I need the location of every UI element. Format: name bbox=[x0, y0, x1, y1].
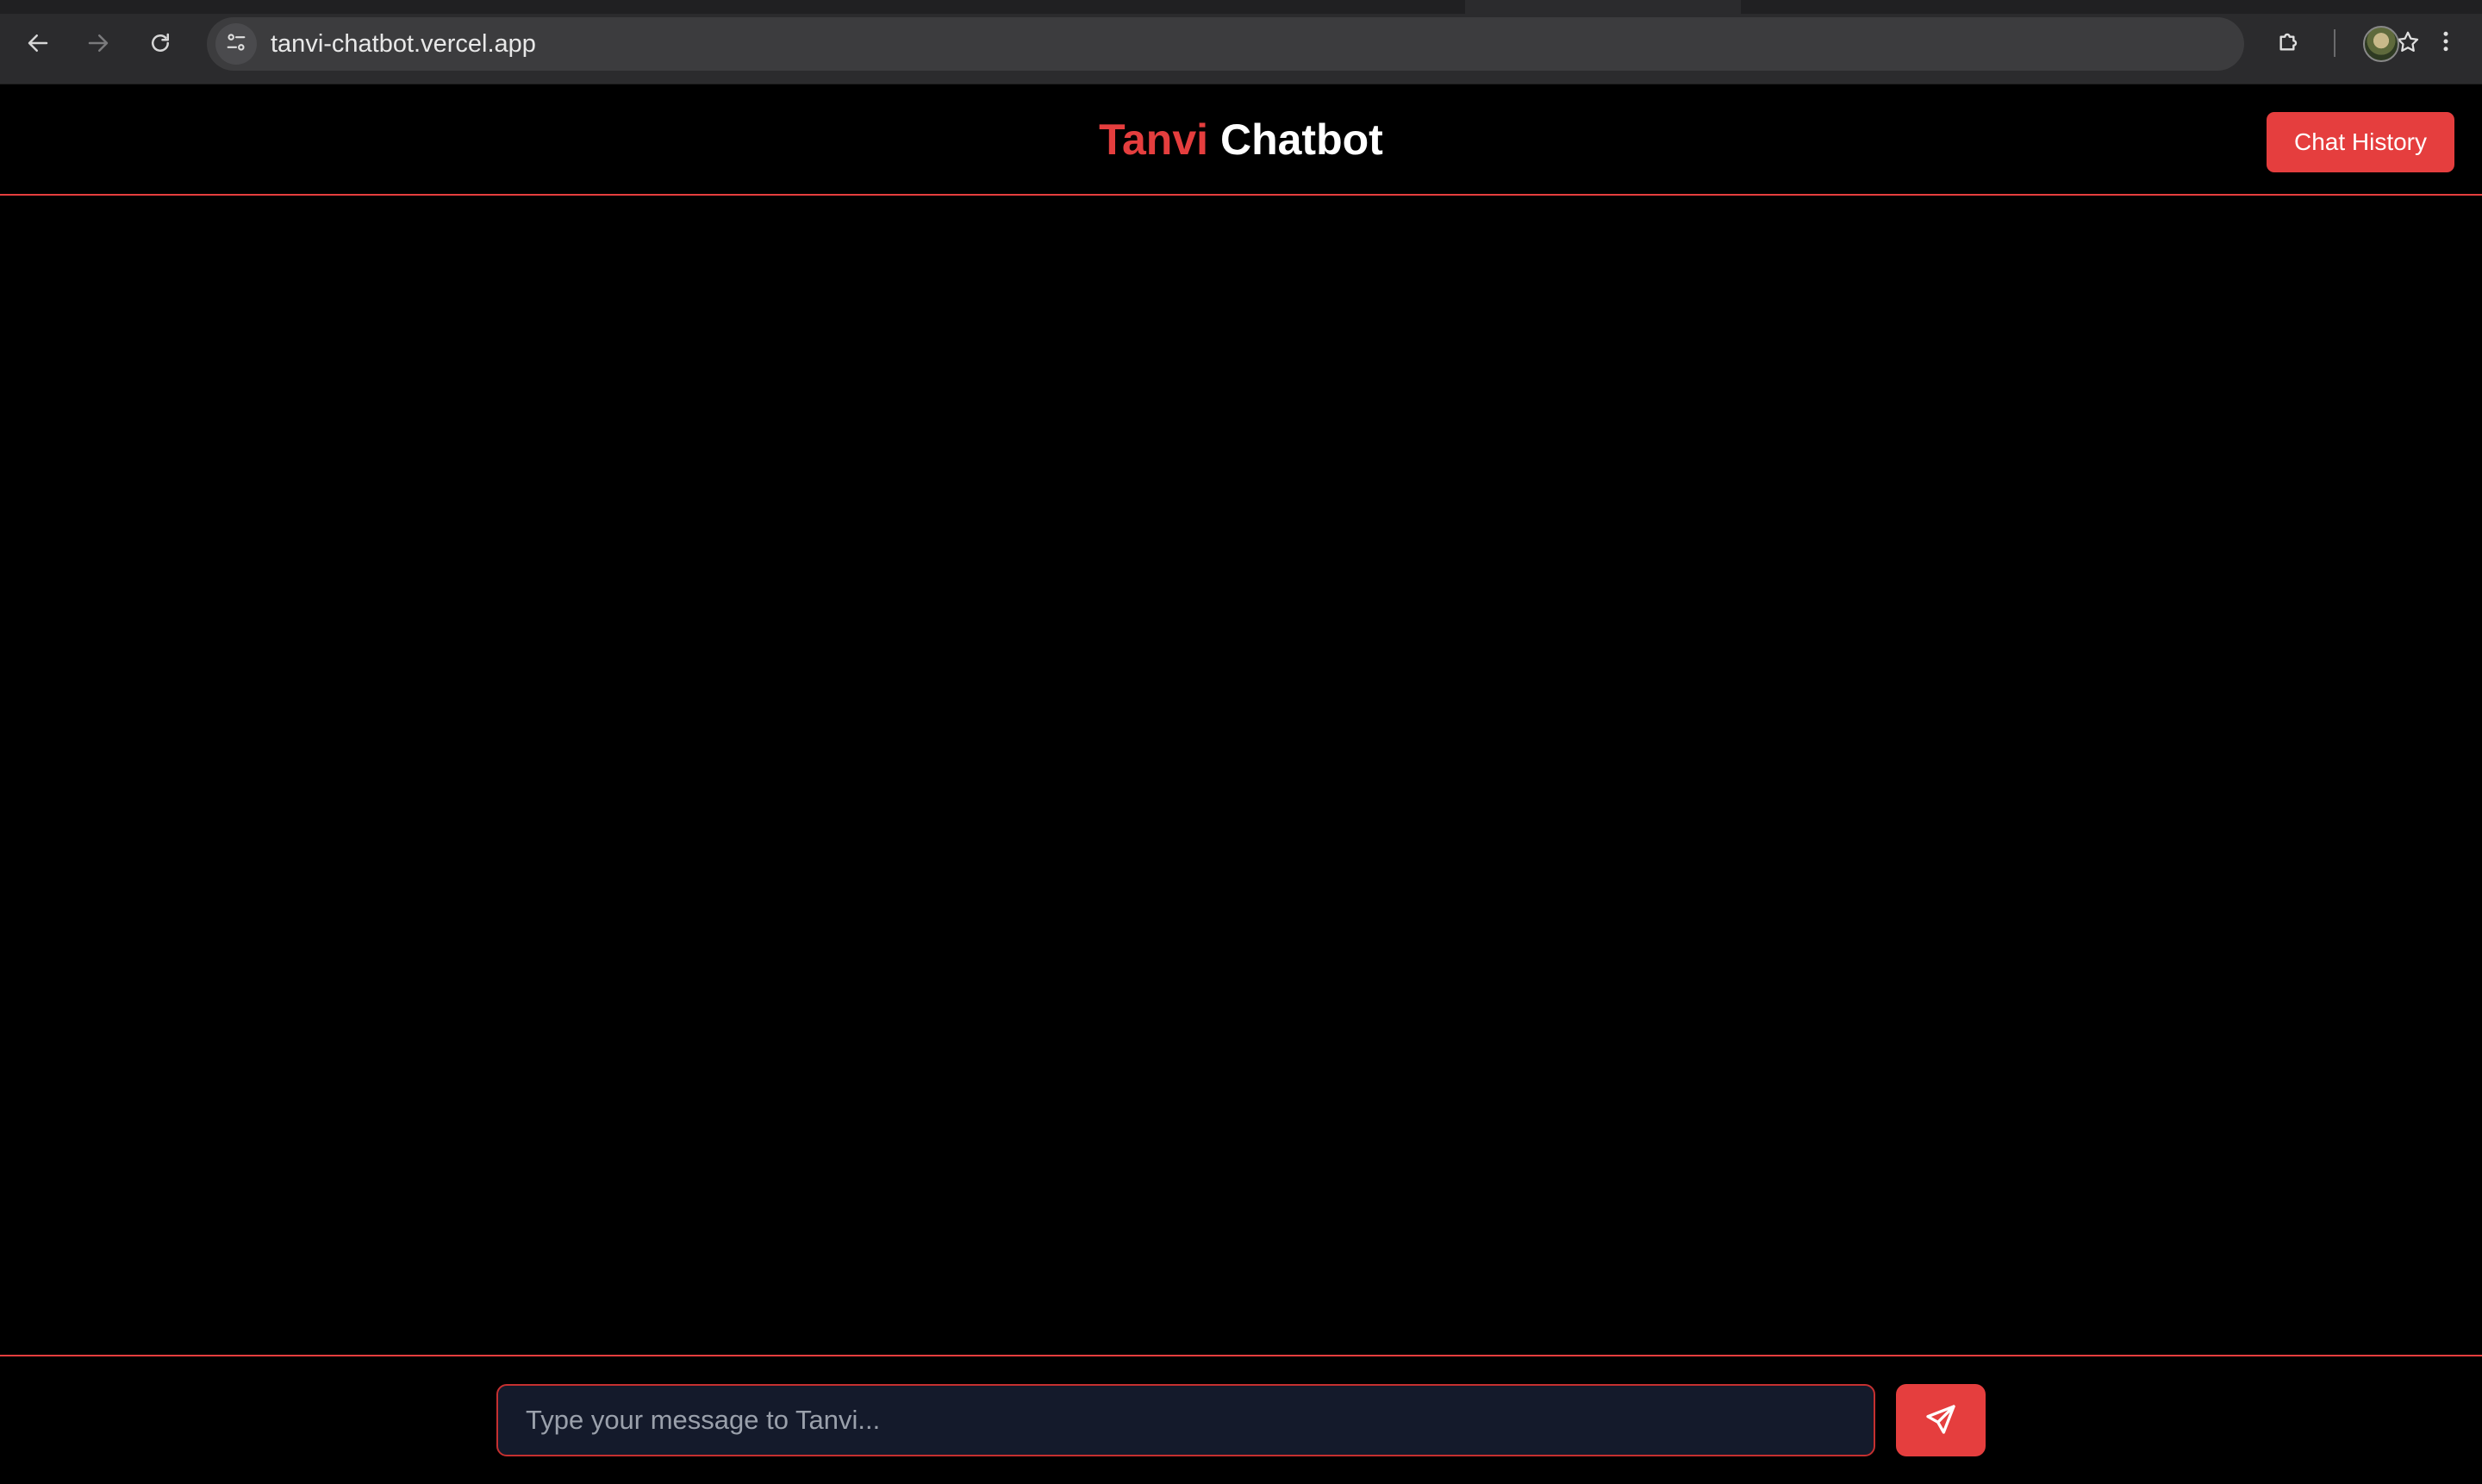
back-arrow-icon bbox=[25, 30, 51, 56]
extensions-button[interactable] bbox=[2268, 22, 2310, 64]
title-rest: Chatbot bbox=[1219, 115, 1383, 164]
forward-button[interactable] bbox=[78, 22, 119, 64]
reload-icon bbox=[147, 30, 173, 56]
address-bar[interactable]: tanvi-chatbot.vercel.app bbox=[207, 17, 2419, 71]
message-list bbox=[0, 196, 2482, 1355]
avatar[interactable] bbox=[2363, 26, 2399, 62]
back-button[interactable] bbox=[17, 22, 59, 64]
site-info-button[interactable] bbox=[215, 23, 257, 65]
active-tab[interactable] bbox=[1465, 0, 1741, 14]
send-icon bbox=[1924, 1402, 1958, 1439]
browser-toolbar: tanvi-chatbot.vercel.app bbox=[0, 0, 2482, 84]
chat-history-button[interactable]: Chat History bbox=[2267, 112, 2454, 172]
kebab-menu-icon bbox=[2433, 28, 2459, 59]
chat-app: Tanvi Chatbot Chat History bbox=[0, 84, 2482, 1484]
message-input[interactable] bbox=[496, 1384, 1875, 1456]
forward-arrow-icon bbox=[85, 30, 111, 56]
app-header: Tanvi Chatbot Chat History bbox=[0, 84, 2482, 196]
puzzle-icon bbox=[2275, 28, 2303, 59]
toolbar-divider bbox=[2334, 29, 2335, 57]
reload-button[interactable] bbox=[140, 22, 181, 64]
title-accent: Tanvi bbox=[1099, 115, 1209, 164]
message-composer bbox=[0, 1355, 2482, 1484]
page-title: Tanvi Chatbot bbox=[0, 84, 2482, 195]
site-settings-icon bbox=[224, 30, 248, 59]
tab-strip bbox=[0, 0, 2482, 14]
send-button[interactable] bbox=[1896, 1384, 1986, 1456]
url-text[interactable]: tanvi-chatbot.vercel.app bbox=[271, 17, 536, 71]
browser-menu-button[interactable] bbox=[2425, 22, 2466, 64]
